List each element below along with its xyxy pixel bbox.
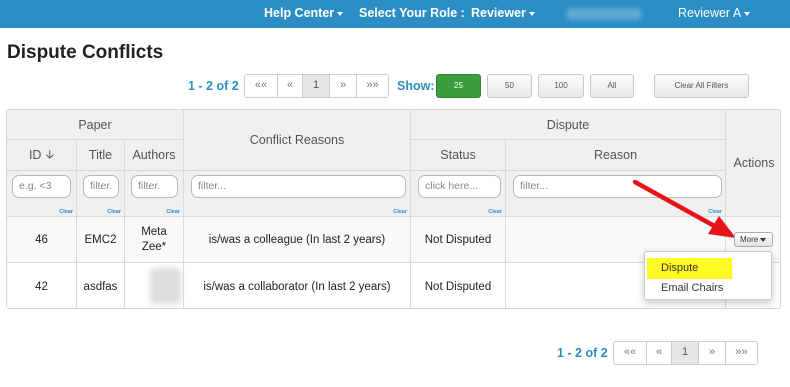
annotation-arrow-icon — [632, 179, 736, 238]
last-page-button[interactable]: »» — [726, 342, 757, 364]
dispute-menu-item[interactable]: Dispute — [661, 262, 698, 274]
more-label: More — [740, 235, 759, 244]
prev-page-button[interactable]: « — [647, 342, 672, 364]
pagination-info-bottom: 1 - 2 of 2 — [557, 346, 608, 360]
caret-down-icon — [760, 237, 767, 242]
first-page-button[interactable]: «« — [614, 342, 647, 364]
actions-dropdown-menu: Dispute Email Chairs — [644, 251, 772, 300]
page-1-button[interactable]: 1 — [672, 342, 699, 364]
pagination-bottom: «« « 1 » »» — [613, 341, 758, 365]
email-chairs-menu-item[interactable]: Email Chairs — [661, 282, 723, 294]
more-actions-button[interactable]: More — [734, 232, 773, 247]
next-page-button[interactable]: » — [699, 342, 726, 364]
